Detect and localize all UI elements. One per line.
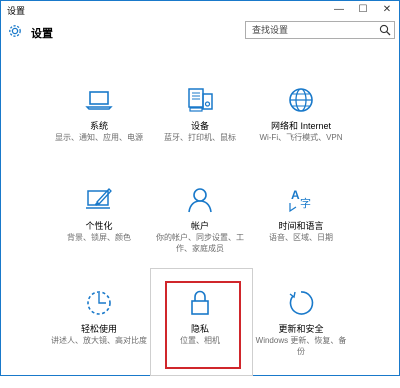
tile-personalization[interactable]: 个性化 背景、锁屏、颜色 — [49, 185, 149, 285]
tile-description: 讲述人、放大镜、高对比度 — [51, 336, 147, 345]
search-icon[interactable] — [378, 23, 392, 37]
tile-devices[interactable]: 设备 蓝牙、打印机、鼠标 — [150, 85, 250, 185]
svg-text:字: 字 — [300, 196, 311, 210]
devices-icon — [185, 85, 215, 115]
lock-icon — [185, 288, 215, 318]
tile-label: 设备 — [190, 121, 209, 131]
gear-icon — [7, 23, 23, 39]
laptop-icon — [84, 85, 114, 115]
ease-of-access-icon — [84, 288, 114, 318]
tile-description: 语音、区域、日期 — [269, 233, 333, 242]
tile-ease-of-access[interactable]: 轻松使用 讲述人、放大镜、高对比度 — [49, 288, 149, 388]
tile-update-security[interactable]: 更新和安全 Windows 更新、恢复、备份 — [251, 288, 351, 388]
person-icon — [185, 185, 215, 215]
tile-label: 网络和 Internet — [270, 121, 332, 131]
tile-label: 系统 — [89, 121, 108, 131]
settings-window: 设置 — ☐ ✕ 设置 系统 — [0, 0, 400, 376]
tile-description: 背景、锁屏、颜色 — [67, 233, 131, 242]
title-bar: 设置 — ☐ ✕ — [1, 1, 399, 19]
page-title: 设置 — [31, 28, 53, 40]
paint-icon — [84, 185, 114, 215]
tile-label: 帐户 — [190, 221, 209, 231]
tile-description: 蓝牙、打印机、鼠标 — [164, 133, 236, 142]
maximize-button[interactable]: ☐ — [351, 1, 375, 19]
tile-label: 隐私 — [190, 324, 209, 334]
search-box[interactable] — [245, 21, 395, 39]
tile-system[interactable]: 系统 显示、通知、应用、电源 — [49, 85, 149, 185]
tile-label: 轻松使用 — [80, 324, 117, 334]
globe-icon — [286, 85, 316, 115]
tile-privacy[interactable]: 隐私 位置、相机 — [150, 288, 250, 388]
tile-description: 位置、相机 — [180, 336, 220, 345]
close-button[interactable]: ✕ — [375, 1, 399, 19]
window-title: 设置 — [7, 6, 26, 16]
tile-network[interactable]: 网络和 Internet Wi-Fi、飞行模式、VPN — [251, 85, 351, 185]
tile-description: 你的帐户、同步设置、工作、家庭成员 — [156, 233, 244, 253]
search-input[interactable] — [246, 22, 374, 38]
tile-label: 时间和语言 — [278, 221, 324, 231]
tile-label: 更新和安全 — [278, 324, 324, 334]
tile-time-language[interactable]: A 字 时间和语言 语音、区域、日期 — [251, 185, 351, 285]
tile-accounts[interactable]: 帐户 你的帐户、同步设置、工作、家庭成员 — [150, 185, 250, 285]
tile-description: 显示、通知、应用、电源 — [55, 133, 143, 142]
tile-description: Wi-Fi、飞行模式、VPN — [259, 133, 343, 142]
time-language-icon: A 字 — [286, 185, 316, 215]
svg-text:A: A — [291, 188, 300, 202]
tile-label: 个性化 — [85, 221, 113, 231]
update-icon — [286, 288, 316, 318]
tile-description: Windows 更新、恢复、备份 — [255, 336, 347, 356]
minimize-button[interactable]: — — [327, 1, 351, 19]
